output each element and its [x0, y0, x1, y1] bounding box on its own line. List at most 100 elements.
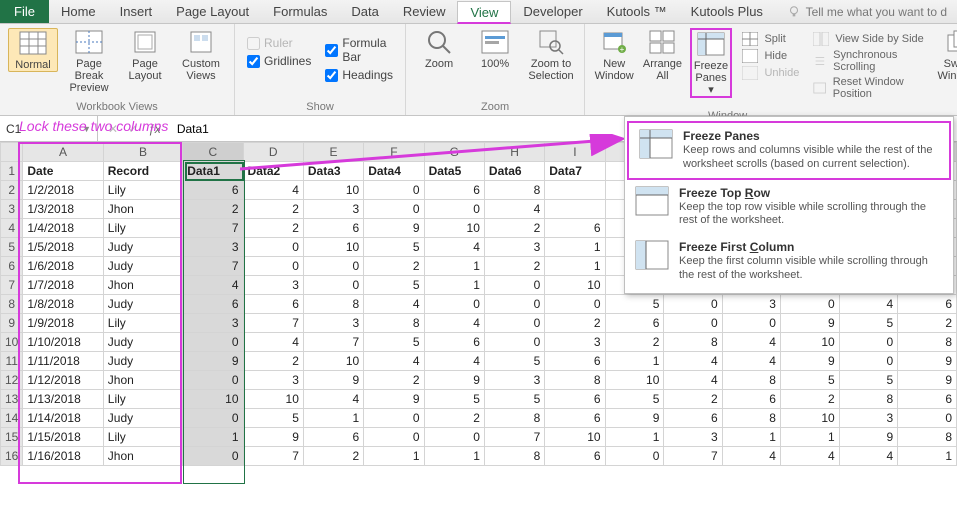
cell[interactable]: Lily — [103, 390, 182, 409]
cell[interactable]: 0 — [424, 200, 484, 219]
cell[interactable]: 2 — [183, 200, 243, 219]
cell[interactable]: 7 — [183, 257, 243, 276]
new-window-button[interactable]: + New Window — [593, 28, 635, 82]
cell[interactable]: 7 — [303, 333, 363, 352]
cell[interactable]: 4 — [364, 295, 424, 314]
cell[interactable]: 3 — [484, 371, 544, 390]
zoom-100-button[interactable]: 100% — [470, 28, 520, 70]
cell[interactable]: 8 — [898, 428, 957, 447]
cell[interactable]: 1 — [424, 447, 484, 466]
col-header-A[interactable]: A — [23, 143, 103, 162]
cell[interactable]: 9 — [364, 219, 424, 238]
cell[interactable]: 8 — [722, 371, 780, 390]
cell[interactable]: 1 — [722, 428, 780, 447]
tab-home[interactable]: Home — [49, 0, 108, 23]
cell[interactable]: Lily — [103, 314, 182, 333]
tab-data[interactable]: Data — [339, 0, 390, 23]
cell[interactable]: 2 — [243, 219, 303, 238]
cell[interactable]: Lily — [103, 428, 182, 447]
row-header-8[interactable]: 8 — [1, 295, 23, 314]
cell[interactable]: 7 — [664, 447, 722, 466]
cell[interactable]: 0 — [303, 276, 363, 295]
cell[interactable]: 6 — [303, 219, 363, 238]
cell[interactable]: 1/13/2018 — [23, 390, 103, 409]
cell[interactable]: 10 — [780, 333, 839, 352]
cell[interactable]: 4 — [424, 314, 484, 333]
cell[interactable]: 4 — [183, 276, 243, 295]
cell[interactable]: 3 — [722, 295, 780, 314]
cell[interactable]: 6 — [424, 333, 484, 352]
zoom-to-selection-button[interactable]: Zoom to Selection — [526, 28, 576, 82]
cell[interactable]: 9 — [605, 409, 664, 428]
cell[interactable]: 9 — [243, 428, 303, 447]
cell[interactable]: 3 — [183, 314, 243, 333]
cell[interactable]: 0 — [839, 352, 897, 371]
cell[interactable]: Judy — [103, 257, 182, 276]
cell[interactable]: 9 — [303, 371, 363, 390]
cell[interactable]: 1 — [183, 428, 243, 447]
tab-insert[interactable]: Insert — [108, 0, 165, 23]
cell[interactable]: 0 — [484, 295, 544, 314]
cell[interactable]: 6 — [303, 428, 363, 447]
cell[interactable]: 0 — [364, 428, 424, 447]
cell[interactable]: 8 — [303, 295, 363, 314]
cell[interactable]: 8 — [484, 181, 544, 200]
cell[interactable]: 6 — [545, 390, 605, 409]
cell[interactable]: 2 — [898, 314, 957, 333]
menu-freeze-top-row[interactable]: Freeze Top RowKeep the top row visible w… — [625, 180, 953, 235]
cell[interactable]: 0 — [303, 257, 363, 276]
page-layout-button[interactable]: Page Layout — [120, 28, 170, 82]
cell[interactable]: 8 — [664, 333, 722, 352]
cell[interactable]: 8 — [898, 333, 957, 352]
headings-checkbox[interactable]: Headings — [325, 68, 393, 82]
cell[interactable]: 10 — [183, 390, 243, 409]
cell[interactable]: 2 — [545, 314, 605, 333]
row-header-16[interactable]: 16 — [1, 447, 23, 466]
name-box[interactable]: C1 ▼ — [0, 116, 98, 141]
cell[interactable] — [545, 200, 605, 219]
cell[interactable]: 5 — [780, 371, 839, 390]
cell[interactable]: 4 — [364, 352, 424, 371]
page-break-button[interactable]: Page Break Preview — [64, 28, 114, 94]
cell[interactable]: 2 — [605, 333, 664, 352]
switch-windows-button[interactable]: Switch Windows ▾ — [938, 28, 957, 94]
cell[interactable]: Data2 — [243, 162, 303, 181]
cell[interactable]: 6 — [183, 181, 243, 200]
cell[interactable]: 1 — [605, 428, 664, 447]
cell[interactable]: Data7 — [545, 162, 605, 181]
cell[interactable]: Data6 — [484, 162, 544, 181]
cell[interactable]: 6 — [605, 314, 664, 333]
col-header-C[interactable]: C — [183, 143, 243, 162]
cell[interactable]: 10 — [545, 276, 605, 295]
cell[interactable]: 6 — [545, 219, 605, 238]
cell[interactable]: 1/6/2018 — [23, 257, 103, 276]
cell[interactable]: 9 — [780, 314, 839, 333]
cell[interactable]: 1 — [424, 276, 484, 295]
tell-me-search[interactable]: Tell me what you want to d — [776, 0, 957, 23]
cell[interactable]: 3 — [839, 409, 897, 428]
menu-freeze-first-column[interactable]: Freeze First ColumnKeep the first column… — [625, 234, 953, 289]
row-header-10[interactable]: 10 — [1, 333, 23, 352]
cell[interactable]: Date — [23, 162, 103, 181]
cell[interactable]: 0 — [243, 257, 303, 276]
cell[interactable]: 5 — [839, 371, 897, 390]
cell[interactable]: 1/3/2018 — [23, 200, 103, 219]
row-header-12[interactable]: 12 — [1, 371, 23, 390]
cell[interactable]: 6 — [183, 295, 243, 314]
cell[interactable]: 5 — [243, 409, 303, 428]
cell[interactable]: 1/12/2018 — [23, 371, 103, 390]
cell[interactable]: Judy — [103, 333, 182, 352]
cell[interactable]: 1 — [545, 238, 605, 257]
select-all-corner[interactable] — [1, 143, 23, 162]
cell[interactable]: 3 — [183, 238, 243, 257]
cell[interactable]: 2 — [484, 257, 544, 276]
cell[interactable]: 4 — [839, 295, 897, 314]
row-header-7[interactable]: 7 — [1, 276, 23, 295]
cell[interactable]: 3 — [243, 371, 303, 390]
row-header-4[interactable]: 4 — [1, 219, 23, 238]
cell[interactable]: 8 — [364, 314, 424, 333]
cell[interactable]: Record — [103, 162, 182, 181]
cell[interactable]: 0 — [484, 276, 544, 295]
col-header-E[interactable]: E — [303, 143, 363, 162]
row-header-15[interactable]: 15 — [1, 428, 23, 447]
